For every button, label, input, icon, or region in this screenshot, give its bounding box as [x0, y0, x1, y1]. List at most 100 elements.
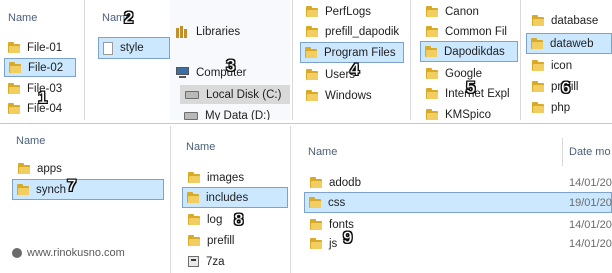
- list-item[interactable]: Common Fil: [422, 22, 518, 41]
- folder-icon: [532, 102, 544, 113]
- item-label: File-01: [27, 41, 63, 54]
- nav-item-libraries[interactable]: Libraries: [172, 22, 282, 41]
- item-label: php: [551, 101, 571, 114]
- bottom-panel-3: Name Date mo adodb css fonts js 14/01/20…: [294, 126, 612, 273]
- list-item[interactable]: Windows: [302, 86, 406, 105]
- item-label: includes: [206, 191, 249, 204]
- column-header-date-modified[interactable]: Date mo: [569, 146, 611, 158]
- item-label: Computer: [196, 66, 247, 79]
- list-item[interactable]: synch: [12, 179, 164, 200]
- item-label: images: [207, 171, 245, 184]
- column-header-name[interactable]: Name: [16, 135, 45, 147]
- folder-icon: [532, 81, 544, 92]
- date-cell: 19/01/20: [569, 197, 612, 209]
- list-item[interactable]: prefill_dapodik: [302, 22, 406, 41]
- pane-divider: [84, 0, 85, 120]
- list-item[interactable]: Canon: [422, 2, 518, 21]
- item-label: Windows: [325, 89, 372, 102]
- column-divider: [562, 138, 563, 166]
- list-item[interactable]: icon: [528, 56, 612, 75]
- item-label: database: [551, 14, 599, 27]
- folder-icon: [306, 6, 318, 17]
- folder-icon: [531, 38, 543, 49]
- watermark-text: www.rinokusno.com: [27, 247, 125, 259]
- list-item[interactable]: File-02: [4, 58, 76, 77]
- list-item[interactable]: dataweb: [526, 33, 612, 54]
- list-item[interactable]: Dapodikdas: [420, 41, 518, 62]
- nav-item-local-disk-c[interactable]: Local Disk (C:): [180, 85, 290, 104]
- globe-icon: [12, 248, 22, 258]
- item-label: My Data (D:): [205, 109, 271, 121]
- column-header-name[interactable]: Name: [8, 12, 37, 24]
- list-item[interactable]: php: [528, 98, 612, 117]
- hard-drive-icon: [185, 90, 199, 99]
- item-label: log: [207, 213, 223, 226]
- item-label: Canon: [445, 5, 479, 18]
- nav-item-my-data-d[interactable]: My Data (D:): [180, 106, 290, 120]
- list-item[interactable]: PerfLogs: [302, 2, 406, 21]
- pane-divider: [410, 0, 411, 120]
- pane-divider: [292, 0, 293, 120]
- computer-icon: [176, 67, 189, 78]
- pane-divider: [520, 0, 521, 120]
- item-label: File-02: [28, 61, 64, 74]
- panel-5: Canon Common Fil Dapodikdas Google Inter…: [414, 0, 518, 120]
- list-item[interactable]: css: [304, 192, 612, 213]
- folder-icon: [310, 219, 322, 230]
- step-number-4: 4: [350, 60, 360, 80]
- date-cell: 14/01/20: [569, 238, 612, 250]
- libraries-icon: [176, 25, 189, 38]
- row-divider: [0, 123, 612, 124]
- folder-icon: [310, 238, 322, 249]
- list-item[interactable]: adodb: [306, 173, 606, 192]
- item-label: KMSpico: [445, 108, 492, 121]
- folder-icon: [8, 83, 20, 94]
- item-label: Google: [445, 67, 483, 80]
- folder-icon: [8, 42, 20, 53]
- item-label: apps: [37, 162, 62, 175]
- folder-icon: [187, 192, 199, 203]
- item-label: 7za: [206, 255, 225, 268]
- hard-drive-icon: [184, 111, 198, 120]
- list-item[interactable]: style: [98, 37, 170, 59]
- step-number-5: 5: [466, 78, 476, 98]
- item-label: Common Fil: [445, 25, 507, 38]
- watermark: www.rinokusno.com: [12, 247, 125, 259]
- folder-icon: [310, 177, 322, 188]
- list-item[interactable]: 7za: [184, 252, 288, 271]
- item-label: js: [329, 237, 338, 250]
- panel-6: database dataweb icon prefill php: [524, 0, 612, 120]
- date-cell: 14/01/20: [569, 177, 612, 189]
- folder-icon: [17, 184, 29, 195]
- item-label: PerfLogs: [325, 5, 372, 18]
- column-header-name[interactable]: Name: [186, 141, 215, 153]
- folder-icon: [9, 62, 21, 73]
- item-label: icon: [551, 59, 573, 72]
- pane-divider: [290, 126, 291, 273]
- item-label: Dapodikdas: [444, 45, 505, 58]
- list-item[interactable]: images: [184, 168, 288, 187]
- item-label: Libraries: [196, 25, 241, 38]
- list-item[interactable]: KMSpico: [422, 105, 518, 120]
- folder-icon: [188, 235, 200, 246]
- step-number-9: 9: [343, 228, 353, 248]
- folder-icon: [188, 172, 200, 183]
- date-cell: 14/01/20: [569, 219, 612, 231]
- column-header-name[interactable]: Name: [308, 146, 337, 158]
- step-number-1: 1: [38, 88, 48, 108]
- pane-divider: [170, 126, 171, 273]
- file-icon: [103, 41, 113, 55]
- folder-icon: [426, 6, 438, 17]
- list-item[interactable]: File-01: [4, 38, 76, 57]
- list-item[interactable]: database: [528, 11, 612, 30]
- folder-icon: [305, 47, 317, 58]
- folder-icon: [18, 163, 30, 174]
- list-item[interactable]: apps: [14, 159, 164, 178]
- folder-icon: [188, 214, 200, 225]
- list-item[interactable]: includes: [182, 187, 288, 208]
- list-item[interactable]: prefill: [184, 231, 288, 250]
- item-label: Program Files: [324, 46, 396, 59]
- folder-icon: [426, 109, 438, 120]
- folder-icon: [309, 197, 321, 208]
- item-label: adodb: [329, 176, 361, 189]
